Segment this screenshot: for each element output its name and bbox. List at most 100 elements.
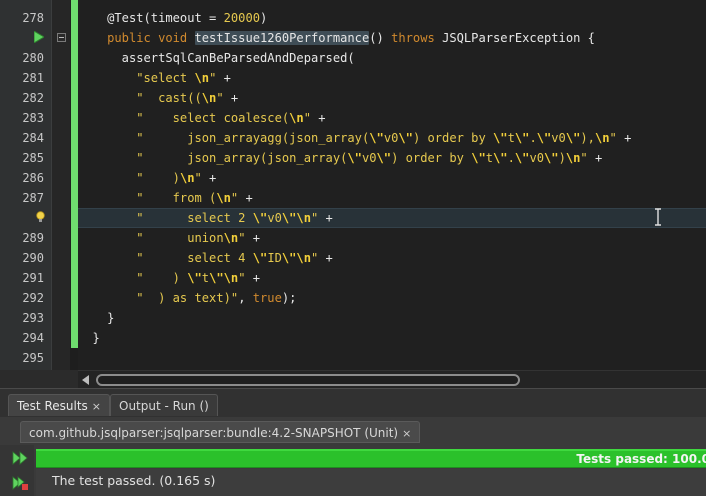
text-cursor-icon [655, 208, 661, 226]
code-token: + [311, 111, 326, 125]
tab-test-results[interactable]: Test Results × [8, 394, 110, 416]
code-token: " select 4 [136, 251, 253, 265]
code-line[interactable]: 284 " json_arrayagg(json_array(\"v0\") o… [0, 128, 706, 148]
code-text: " from (\n" + [78, 188, 253, 208]
code-line[interactable]: 287 " from (\n" + [0, 188, 706, 208]
code-text: " cast((\n" + [78, 88, 238, 108]
code-token: \" [187, 271, 202, 285]
code-token: " json_arrayagg(json_array( [136, 131, 370, 145]
code-token: + [318, 211, 333, 225]
code-line[interactable]: 285 " json_array(json_array(\"v0\") orde… [0, 148, 706, 168]
code-line[interactable]: 295 [0, 348, 706, 368]
scroll-left-arrow-icon[interactable] [82, 375, 89, 385]
scrollbar-thumb[interactable] [96, 374, 520, 386]
code-line[interactable]: 281 "select \n" + [0, 68, 706, 88]
code-line[interactable]: 290 " select 4 \"ID\"\n" + [0, 248, 706, 268]
code-token: throws [391, 31, 443, 45]
code-line[interactable]: 292 " ) as text)", true); [0, 288, 706, 308]
fold-collapse-icon[interactable] [57, 33, 66, 42]
code-line[interactable]: 283 " select coalesce(\n" + [0, 108, 706, 128]
code-line[interactable]: 282 " cast((\n" + [0, 88, 706, 108]
current-code-line[interactable]: " select 2 \"v0\"\n" + [0, 208, 706, 228]
code-token: public void [107, 31, 195, 45]
code-token: + [201, 171, 217, 185]
line-number: 291 [22, 271, 44, 285]
code-line[interactable]: 286 " )\n" + [0, 168, 706, 188]
horizontal-scrollbar[interactable] [78, 370, 706, 388]
test-result-area: The test passed. (0.165 s) [36, 469, 706, 496]
line-number: 282 [22, 91, 44, 105]
code-token: + [238, 191, 253, 205]
code-token: \" [252, 251, 268, 265]
tab-output-run[interactable]: Output - Run () [110, 394, 218, 416]
code-text: } [78, 308, 114, 328]
line-number: 293 [22, 311, 44, 325]
code-line[interactable]: 291 " ) \"t\"\n" + [0, 268, 706, 288]
output-panel: Test Results × Output - Run () com.github… [0, 388, 706, 496]
code-token: ), [580, 131, 595, 145]
code-line[interactable]: public void testIssue1260Performance() t… [0, 28, 706, 48]
code-token: " json_array(json_array( [136, 151, 348, 165]
code-token: \"\n [281, 251, 311, 265]
tab-test-session[interactable]: com.github.jsqlparser:jsqlparser:bundle:… [20, 421, 421, 445]
line-number: 289 [22, 231, 44, 245]
code-token: + [587, 151, 603, 165]
code-token: t [507, 131, 515, 145]
rerun-tests-icon[interactable] [12, 451, 28, 465]
code-token: \n [223, 231, 239, 245]
lightbulb-hint-icon[interactable] [36, 211, 45, 223]
code-token: @Test(timeout = [107, 11, 224, 25]
line-number: 278 [22, 11, 44, 25]
code-token: t [485, 151, 494, 165]
code-token: \" [493, 151, 508, 165]
code-token: assertSqlCanBeParsedAndDeparsed( [78, 51, 355, 65]
line-number: 294 [22, 331, 44, 345]
code-token: " [194, 171, 202, 185]
code-text: " select 4 \"ID\"\n" + [78, 248, 333, 268]
code-token: \" [369, 131, 384, 145]
code-token: JSQLParserException { [442, 31, 595, 45]
code-token: \" [565, 131, 581, 145]
code-token: \" [252, 211, 268, 225]
code-line[interactable]: 289 " union\n" + [0, 228, 706, 248]
code-token: " [609, 131, 617, 145]
code-token: v0 [361, 151, 377, 165]
code-token: \n [594, 131, 610, 145]
code-token: ID [267, 251, 282, 265]
close-icon[interactable]: × [402, 423, 411, 445]
code-token: 20000 [223, 11, 261, 25]
code-token: " [580, 151, 588, 165]
code-token: t [201, 271, 210, 285]
code-line[interactable]: 293 } [0, 308, 706, 328]
code-text: " json_arrayagg(json_array(\"v0\") order… [78, 128, 631, 148]
line-number: 281 [22, 71, 44, 85]
code-token: ) order by [412, 131, 494, 145]
code-token: " [216, 91, 224, 105]
code-editor[interactable]: 278 @Test(timeout = 20000) public void t… [0, 0, 706, 370]
code-token: \" [398, 131, 413, 145]
code-line[interactable]: 294 } [0, 328, 706, 348]
code-token: \" [376, 151, 392, 165]
close-icon[interactable]: × [92, 396, 101, 418]
code-token: \" [514, 151, 530, 165]
code-token: v0 [267, 211, 282, 225]
code-token: , [238, 291, 253, 305]
line-number: 283 [22, 111, 44, 125]
rerun-failed-icon[interactable] [12, 476, 28, 490]
run-test-icon[interactable] [34, 31, 44, 43]
highlighted-identifier: testIssue1260Performance [194, 31, 370, 45]
tab-label: Test Results [17, 399, 88, 413]
line-number: 285 [22, 151, 44, 165]
code-line[interactable]: 280 assertSqlCanBeParsedAndDeparsed( [0, 48, 706, 68]
code-token: \n [179, 171, 195, 185]
line-number: 284 [22, 131, 44, 145]
code-line[interactable]: 278 @Test(timeout = 20000) [0, 8, 706, 28]
code-token: + [245, 231, 261, 245]
code-token: \"\n [281, 211, 311, 225]
code-token: \" [493, 131, 508, 145]
